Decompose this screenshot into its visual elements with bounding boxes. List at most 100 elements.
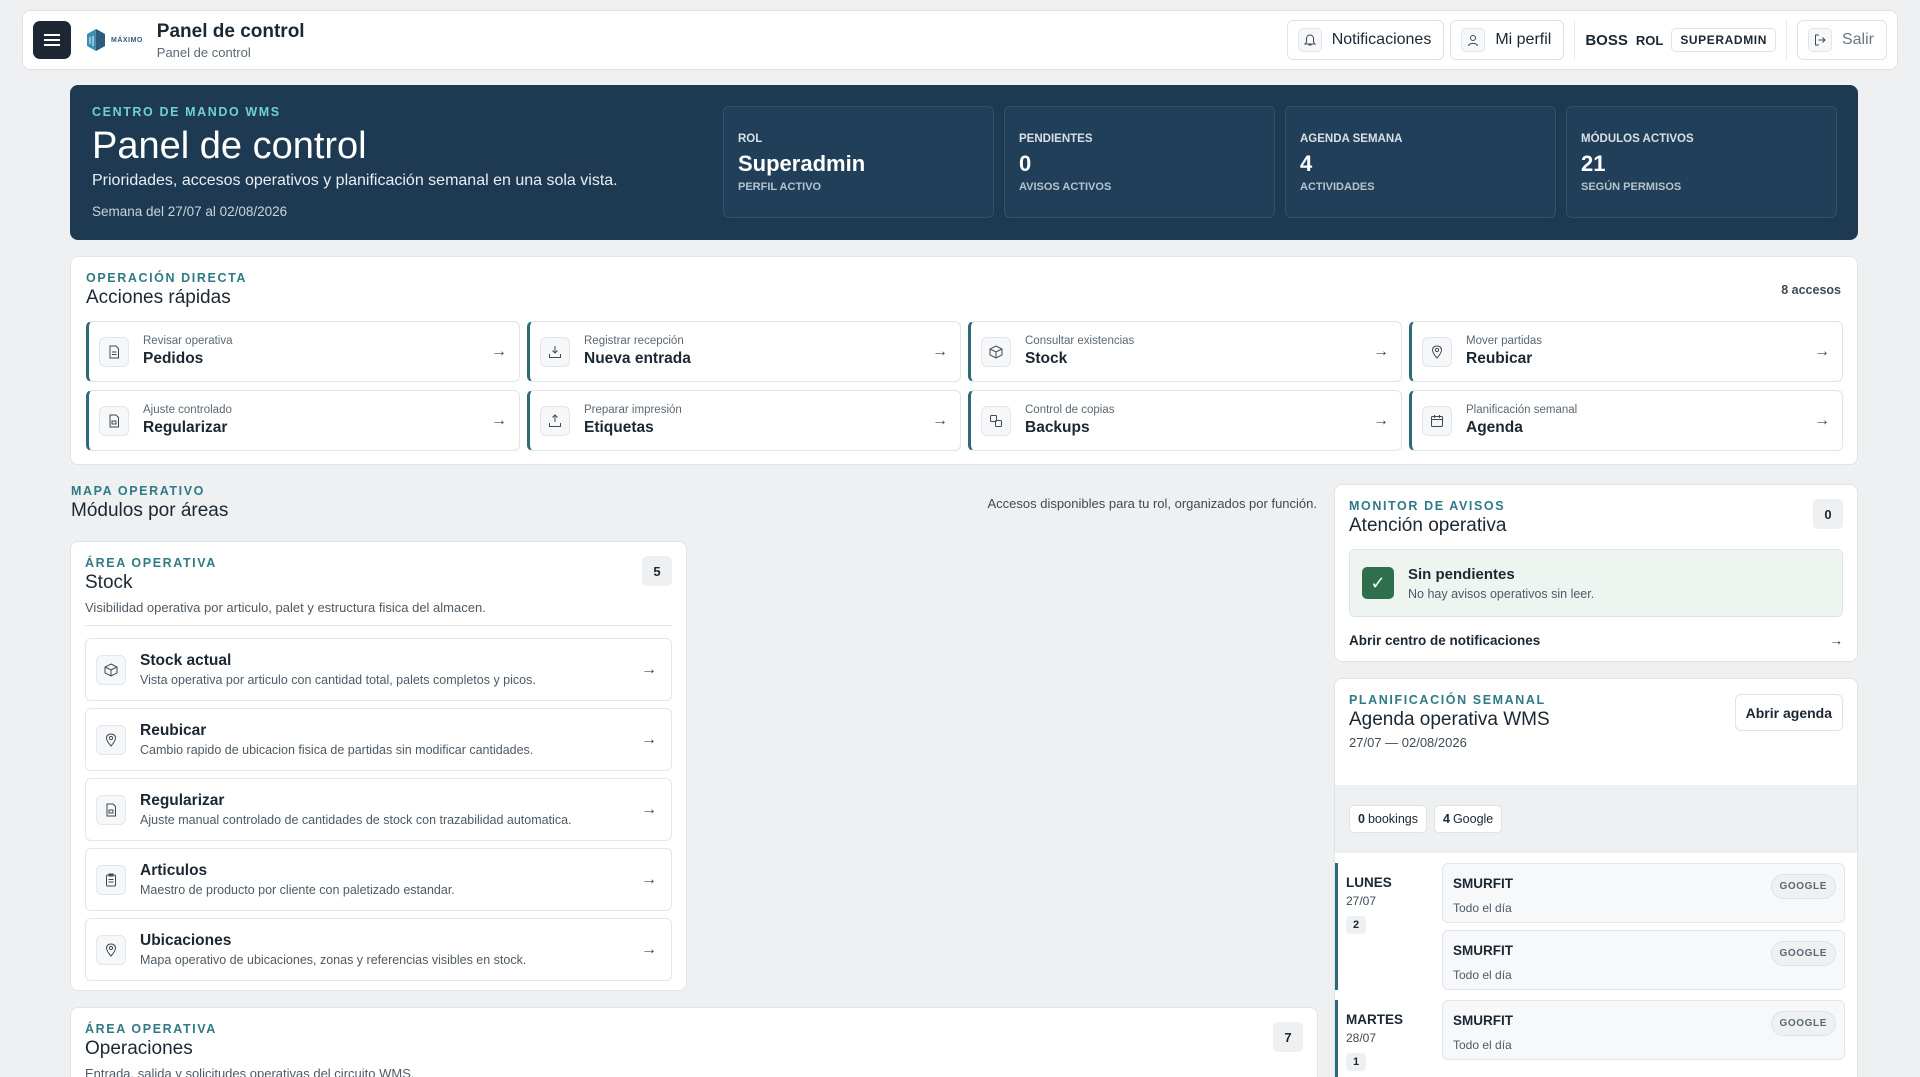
stat-sub: AVISOS ACTIVOS	[1019, 181, 1112, 193]
stat-card-modules: MÓDULOS ACTIVOS 21 SEGÚN PERMISOS	[1566, 106, 1837, 218]
module-title: Stock actual	[140, 652, 232, 669]
event-source-badge: GOOGLE	[1770, 1011, 1836, 1036]
quick-action-label: Nueva entrada	[584, 350, 691, 367]
area-eyebrow: ÁREA OPERATIVA	[85, 1022, 217, 1036]
module-stock-actual[interactable]: Stock actual Vista operativa por articulo…	[85, 638, 672, 701]
quick-action-etiquetas[interactable]: Preparar impresión Etiquetas →	[527, 390, 961, 451]
module-ubicaciones[interactable]: Ubicaciones Mapa operativo de ubicaciones…	[85, 918, 672, 981]
quick-action-sub: Mover partidas	[1466, 335, 1543, 347]
quick-action-stock[interactable]: Consultar existencias Stock →	[968, 321, 1402, 382]
module-title: Articulos	[140, 862, 208, 879]
notifications-label: Notificaciones	[1331, 31, 1432, 48]
module-regularizar[interactable]: Regularizar Ajuste manual controlado de c…	[85, 778, 672, 841]
quick-action-sub: Planificación semanal	[1466, 404, 1578, 416]
quick-action-reubicar[interactable]: Mover partidas Reubicar →	[1409, 321, 1843, 382]
quick-action-sub: Control de copias	[1025, 404, 1115, 416]
area-description: Entrada, salida y solicitudes operativas…	[85, 1066, 415, 1077]
print-icon	[540, 405, 570, 436]
inbox-icon	[540, 336, 570, 367]
page-title-block: Panel de control Panel de control	[157, 21, 305, 60]
agenda-event[interactable]: SMURFIT Todo el día GOOGLE	[1442, 863, 1845, 923]
agenda-event[interactable]: SMURFIT Todo el día GOOGLE	[1442, 1000, 1845, 1060]
open-notifications-link[interactable]: Abrir centro de notificaciones →	[1349, 633, 1843, 648]
arrow-right-icon: →	[491, 411, 507, 429]
day-events: SMURFIT Todo el día GOOGLE SMURFIT Todo …	[1442, 863, 1857, 990]
breadcrumb: Panel de control	[156, 44, 251, 60]
quick-action-label: Reubicar	[1466, 350, 1533, 367]
user-name: BOSS	[1585, 31, 1628, 49]
pin-icon	[96, 724, 126, 755]
module-title: Ubicaciones	[140, 932, 232, 949]
user-role-group: BOSS ROL SUPERADMIN	[1574, 20, 1787, 60]
logout-button[interactable]: Salir	[1796, 20, 1887, 60]
quick-action-label: Backups	[1025, 419, 1090, 436]
quick-action-sub: Revisar operativa	[143, 335, 233, 347]
open-agenda-button[interactable]: Abrir agenda	[1734, 694, 1843, 731]
profile-button[interactable]: Mi perfil	[1450, 20, 1565, 60]
area-title: Operaciones	[85, 1038, 193, 1059]
pin-icon	[96, 934, 126, 965]
agenda-range: 27/07 — 02/08/2026	[1349, 735, 1467, 750]
quick-action-agenda[interactable]: Planificación semanal Agenda →	[1409, 390, 1843, 451]
notifications-button[interactable]: Notificaciones	[1286, 20, 1445, 60]
stat-label: AGENDA SEMANA	[1300, 133, 1403, 145]
agenda-day-martes: MARTES 28/07 1 SMURFIT Todo el día GOOGL…	[1335, 1000, 1857, 1077]
map-note: Accesos disponibles para tu rol, organiz…	[987, 496, 1317, 511]
event-source-badge: GOOGLE	[1770, 874, 1836, 899]
page-title: Panel de control	[156, 20, 305, 42]
brand-logo[interactable]: MÁXIMO	[85, 27, 143, 53]
stat-label: MÓDULOS ACTIVOS	[1581, 133, 1694, 145]
day-count: 1	[1346, 1053, 1367, 1071]
arrow-right-icon: →	[641, 800, 657, 818]
hero-banner: CENTRO DE MANDO WMS Panel de control Pri…	[70, 85, 1858, 240]
stat-value: 4	[1300, 151, 1313, 176]
stat-sub: PERFIL ACTIVO	[738, 181, 822, 193]
quick-action-sub: Preparar impresión	[584, 404, 682, 416]
module-title: Reubicar	[140, 722, 207, 739]
stat-label: PENDIENTES	[1019, 133, 1093, 145]
stat-value: 21	[1581, 151, 1606, 176]
divider	[85, 625, 672, 626]
quick-action-backups[interactable]: Control de copias Backups →	[968, 390, 1402, 451]
arrow-right-icon: →	[491, 342, 507, 360]
menu-button[interactable]	[33, 21, 71, 59]
area-description: Visibilidad operativa por articulo, pale…	[85, 600, 486, 615]
top-bar: MÁXIMO Panel de control Panel de control…	[22, 10, 1898, 70]
bookings-count: 0	[1358, 812, 1365, 826]
bookings-tag[interactable]: 0 bookings	[1349, 805, 1427, 833]
arrow-right-icon: →	[641, 940, 657, 958]
user-icon	[1461, 28, 1486, 52]
day-name: MARTES	[1346, 1012, 1403, 1027]
day-label: MARTES 28/07 1	[1338, 1000, 1442, 1077]
no-pending-title: Sin pendientes	[1408, 565, 1515, 583]
arrow-right-icon: →	[1373, 411, 1389, 429]
quick-action-sub: Registrar recepción	[584, 335, 684, 347]
quick-action-nueva-entrada[interactable]: Registrar recepción Nueva entrada →	[527, 321, 961, 382]
logout-label: Salir	[1841, 31, 1874, 48]
agenda-tags: 0 bookings 4 Google	[1335, 785, 1857, 853]
arrow-right-icon: →	[932, 411, 948, 429]
area-count-badge: 5	[642, 556, 672, 586]
stat-value: Superadmin	[738, 151, 866, 176]
agenda-event[interactable]: SMURFIT Todo el día GOOGLE	[1442, 930, 1845, 990]
bell-icon	[1297, 28, 1322, 52]
quick-action-pedidos[interactable]: Revisar operativa Pedidos →	[86, 321, 520, 382]
module-description: Cambio rapido de ubicacion fisica de par…	[140, 743, 534, 757]
quick-actions-grid: Revisar operativa Pedidos → Registrar rec…	[86, 321, 1843, 451]
hero-stats: ROL Superadmin PERFIL ACTIVO PENDIENTES …	[723, 106, 1837, 218]
no-pending-sub: No hay avisos operativos sin leer.	[1408, 586, 1595, 601]
arrow-right-icon: →	[932, 342, 948, 360]
pin-icon	[1422, 336, 1452, 367]
module-articulos[interactable]: Articulos Maestro de producto por cliente…	[85, 848, 672, 911]
avisos-eyebrow: MONITOR DE AVISOS	[1349, 499, 1506, 513]
stat-label: ROL	[738, 133, 763, 145]
module-list: Stock actual Vista operativa por articulo…	[85, 638, 672, 981]
module-reubicar[interactable]: Reubicar Cambio rapido de ubicacion fisic…	[85, 708, 672, 771]
top-actions: Notificaciones Mi perfil BOSS ROL SUPERA…	[1286, 20, 1887, 60]
avisos-count-badge: 0	[1813, 499, 1843, 529]
google-tag[interactable]: 4 Google	[1434, 805, 1503, 833]
quick-action-sub: Ajuste controlado	[143, 404, 232, 416]
area-stock-card: ÁREA OPERATIVA Stock Visibilidad operati…	[70, 541, 687, 991]
quick-action-regularizar[interactable]: Ajuste controlado Regularizar →	[86, 390, 520, 451]
box-icon	[981, 336, 1011, 367]
